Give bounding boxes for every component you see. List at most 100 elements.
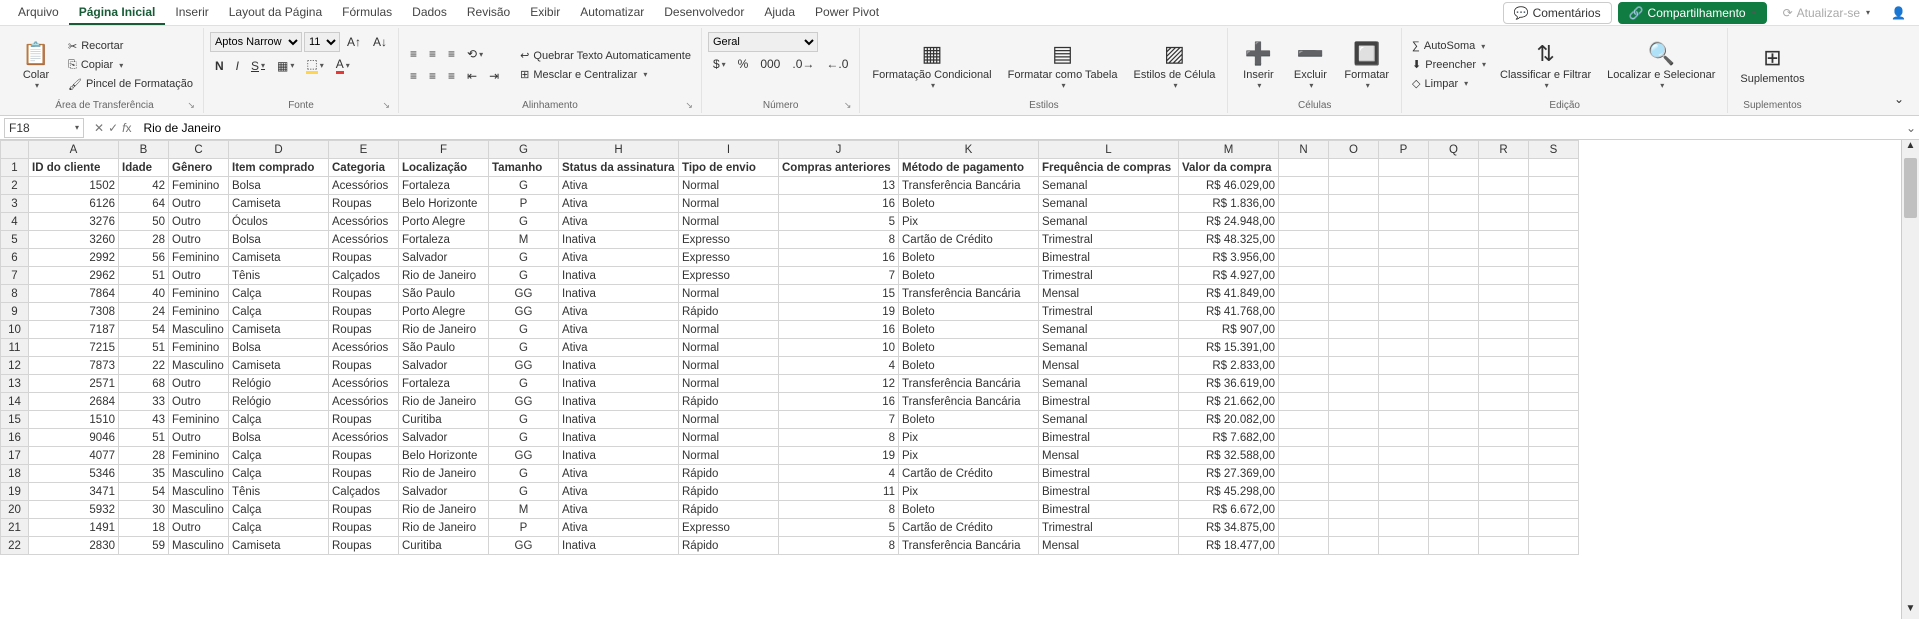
cell[interactable]: [1479, 159, 1529, 177]
row-header[interactable]: 15: [1, 411, 29, 429]
cell[interactable]: 68: [119, 375, 169, 393]
underline-button[interactable]: S ▾: [246, 56, 270, 76]
cell[interactable]: São Paulo: [399, 285, 489, 303]
cell[interactable]: [1529, 411, 1579, 429]
cell[interactable]: [1429, 177, 1479, 195]
cell[interactable]: GG: [489, 447, 559, 465]
cell[interactable]: Inativa: [559, 357, 679, 375]
cell[interactable]: 16: [779, 321, 899, 339]
font-color-button[interactable]: A▾: [331, 54, 355, 77]
cell[interactable]: 11: [779, 483, 899, 501]
align-middle-icon[interactable]: ≡: [424, 44, 441, 64]
cell[interactable]: Fortaleza: [399, 231, 489, 249]
cell[interactable]: [1529, 465, 1579, 483]
row-header[interactable]: 21: [1, 519, 29, 537]
cell[interactable]: [1479, 195, 1529, 213]
cell[interactable]: [1279, 159, 1329, 177]
cell[interactable]: Normal: [679, 285, 779, 303]
cell[interactable]: Normal: [679, 357, 779, 375]
menu-fórmulas[interactable]: Fórmulas: [332, 1, 402, 25]
cell[interactable]: Rápido: [679, 465, 779, 483]
cell[interactable]: 9046: [29, 429, 119, 447]
cell[interactable]: Trimestral: [1039, 231, 1179, 249]
cell[interactable]: Outro: [169, 195, 229, 213]
cell[interactable]: Masculino: [169, 501, 229, 519]
cell[interactable]: [1529, 339, 1579, 357]
cell[interactable]: Camiseta: [229, 357, 329, 375]
cell[interactable]: Boleto: [899, 303, 1039, 321]
cell[interactable]: G: [489, 321, 559, 339]
cell[interactable]: Ativa: [559, 465, 679, 483]
cell[interactable]: 8: [779, 429, 899, 447]
cell[interactable]: 59: [119, 537, 169, 555]
align-center-icon[interactable]: ≡: [424, 66, 441, 86]
cell[interactable]: [1379, 177, 1429, 195]
cell[interactable]: [1279, 429, 1329, 447]
cell[interactable]: Semanal: [1039, 339, 1179, 357]
sort-filter-button[interactable]: ⇅Classificar e Filtrar▾: [1494, 37, 1597, 94]
cell[interactable]: Normal: [679, 447, 779, 465]
cell[interactable]: Feminino: [169, 249, 229, 267]
cell[interactable]: [1429, 195, 1479, 213]
cell[interactable]: [1529, 195, 1579, 213]
cell[interactable]: Boleto: [899, 321, 1039, 339]
cell[interactable]: G: [489, 213, 559, 231]
cell[interactable]: Masculino: [169, 321, 229, 339]
cell[interactable]: [1279, 177, 1329, 195]
cell[interactable]: [1329, 465, 1379, 483]
cell[interactable]: Calça: [229, 447, 329, 465]
cell[interactable]: [1479, 267, 1529, 285]
cell[interactable]: Calçados: [329, 483, 399, 501]
cell[interactable]: R$ 36.619,00: [1179, 375, 1279, 393]
cell[interactable]: 3260: [29, 231, 119, 249]
cell[interactable]: R$ 2.833,00: [1179, 357, 1279, 375]
cell[interactable]: Bolsa: [229, 339, 329, 357]
cell[interactable]: [1279, 357, 1329, 375]
cell[interactable]: Acessórios: [329, 339, 399, 357]
cell[interactable]: Transferência Bancária: [899, 537, 1039, 555]
cell[interactable]: [1329, 357, 1379, 375]
format-table-button[interactable]: ▤Formatar como Tabela▾: [1002, 37, 1124, 94]
menu-power-pivot[interactable]: Power Pivot: [805, 1, 889, 25]
cell[interactable]: Valor da compra: [1179, 159, 1279, 177]
col-header-L[interactable]: L: [1039, 141, 1179, 159]
cell[interactable]: R$ 3.956,00: [1179, 249, 1279, 267]
cell[interactable]: Ativa: [559, 501, 679, 519]
cell[interactable]: Calça: [229, 465, 329, 483]
row-header[interactable]: 20: [1, 501, 29, 519]
orientation-icon[interactable]: ⟲▾: [462, 44, 488, 64]
cell[interactable]: [1329, 195, 1379, 213]
cell[interactable]: Inativa: [559, 285, 679, 303]
cell[interactable]: 40: [119, 285, 169, 303]
cell[interactable]: [1479, 249, 1529, 267]
cell[interactable]: Cartão de Crédito: [899, 519, 1039, 537]
cell[interactable]: [1379, 285, 1429, 303]
cell[interactable]: P: [489, 519, 559, 537]
cell[interactable]: [1379, 231, 1429, 249]
cell[interactable]: P: [489, 195, 559, 213]
cell[interactable]: [1479, 231, 1529, 249]
clear-button[interactable]: ◇ Limpar ▾: [1408, 75, 1490, 92]
cell[interactable]: R$ 1.836,00: [1179, 195, 1279, 213]
cell[interactable]: [1429, 465, 1479, 483]
indent-increase-icon[interactable]: ⇥: [484, 66, 504, 86]
cell[interactable]: Bimestral: [1039, 465, 1179, 483]
cell[interactable]: Boleto: [899, 249, 1039, 267]
name-box[interactable]: F18▾: [4, 118, 84, 138]
border-button[interactable]: ▦ ▾: [272, 56, 299, 76]
cell[interactable]: 13: [779, 177, 899, 195]
cell[interactable]: [1379, 267, 1429, 285]
cell[interactable]: [1429, 375, 1479, 393]
cell[interactable]: Óculos: [229, 213, 329, 231]
cell[interactable]: [1429, 321, 1479, 339]
cell[interactable]: G: [489, 249, 559, 267]
cell[interactable]: 64: [119, 195, 169, 213]
cell[interactable]: Tamanho: [489, 159, 559, 177]
cancel-formula-icon[interactable]: ✕: [94, 121, 104, 135]
cell[interactable]: [1529, 159, 1579, 177]
cell[interactable]: Roupas: [329, 447, 399, 465]
comments-button[interactable]: 💬 Comentários: [1503, 2, 1612, 24]
col-header-C[interactable]: C: [169, 141, 229, 159]
cell[interactable]: Salvador: [399, 429, 489, 447]
cell[interactable]: Boleto: [899, 357, 1039, 375]
